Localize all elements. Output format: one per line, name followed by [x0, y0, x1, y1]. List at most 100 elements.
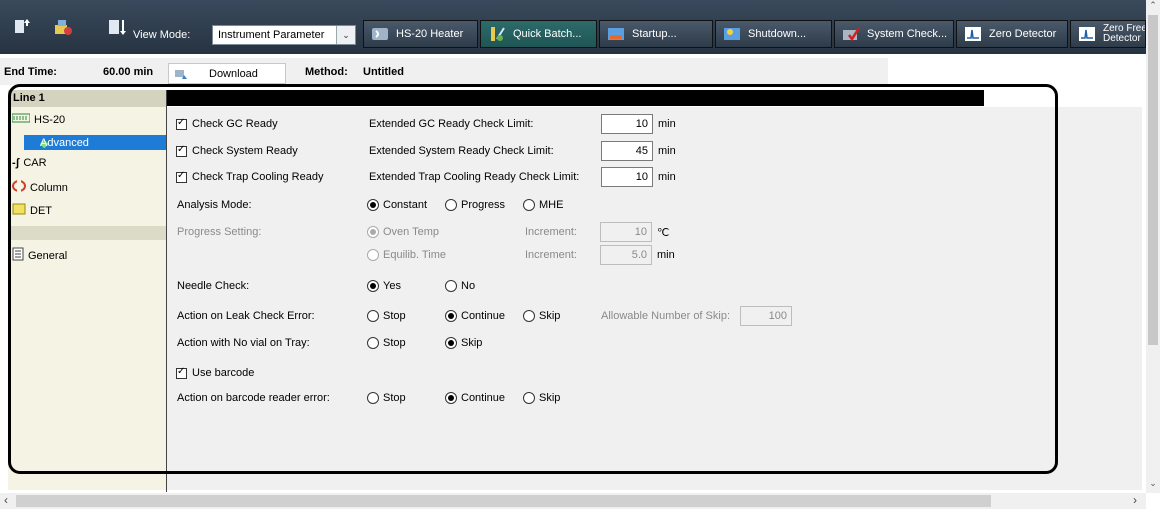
sidebar-item-label: HS-20 [34, 113, 66, 126]
ext-trap-input[interactable]: 10 [601, 167, 653, 187]
ext-sys-unit: min [658, 145, 676, 157]
instrument-settings-icon[interactable] [50, 14, 76, 40]
zero-free-detector-icon [1079, 27, 1095, 41]
shutdown-label: Shutdown... [748, 28, 807, 40]
needle-yes-radio[interactable] [367, 280, 379, 292]
car-icon: -ʃ [12, 157, 20, 169]
vertical-scroll-thumb[interactable] [1148, 15, 1158, 345]
parameter-panel [167, 107, 1142, 490]
system-check-label: System Check... [867, 28, 948, 40]
panel-toggle-icon[interactable] [10, 14, 36, 40]
chevron-down-icon[interactable]: ⌄ [336, 26, 355, 44]
check-gc-ready-label: Check GC Ready [192, 118, 278, 130]
leak-continue-label: Continue [461, 310, 506, 322]
sidebar-item-general[interactable]: General [12, 247, 67, 264]
sidebar-item-hs20[interactable]: HS-20 [11, 113, 66, 126]
hs20-heater-button[interactable]: HS-20 Heater [363, 20, 478, 48]
no-vial-skip-radio[interactable] [445, 337, 457, 349]
scroll-left-icon[interactable]: ‹ [4, 493, 8, 507]
barcode-continue-radio[interactable] [445, 392, 457, 404]
analysis-constant-radio[interactable] [367, 199, 379, 211]
ext-sys-label: Extended System Ready Check Limit: [369, 145, 554, 157]
no-vial-stop-radio[interactable] [367, 337, 379, 349]
analysis-progress-radio[interactable] [445, 199, 457, 211]
barcode-stop-radio[interactable] [367, 392, 379, 404]
barcode-skip-label: Skip [539, 392, 561, 404]
increment-temp-input[interactable]: 10 [600, 222, 652, 242]
oven-temp-radio[interactable] [367, 226, 379, 238]
line-label: Line 1 [13, 92, 45, 104]
use-barcode-checkbox[interactable] [176, 366, 187, 379]
sidebar-item-column[interactable]: Column [12, 180, 68, 195]
startup-label: Startup... [632, 28, 677, 40]
ext-gc-label: Extended GC Ready Check Limit: [369, 118, 534, 130]
quick-batch-icon [491, 27, 505, 41]
vertical-scrollbar[interactable]: ⌃ ⌄ [1146, 0, 1160, 493]
toolbar: View Mode: Instrument Parameter ⌄ HS-20 … [0, 0, 1146, 54]
no-vial-stop-label: Stop [383, 337, 406, 349]
method-value: Untitled [363, 66, 404, 78]
sidebar-item-det[interactable]: DET [12, 203, 52, 218]
progress-setting-label: Progress Setting: [177, 226, 262, 238]
scroll-up-icon[interactable]: ⌃ [1146, 0, 1160, 11]
check-trap-ready-label: Check Trap Cooling Ready [192, 171, 324, 183]
increment-time-input[interactable]: 5.0 [600, 245, 652, 265]
hs20-icon [11, 113, 31, 126]
ext-sys-input[interactable]: 45 [601, 141, 653, 161]
shutdown-button[interactable]: Shutdown... [715, 20, 832, 48]
quick-batch-button[interactable]: Quick Batch... [480, 20, 597, 48]
use-barcode-label: Use barcode [192, 367, 255, 379]
system-check-button[interactable]: System Check... [834, 20, 954, 48]
hs20-heater-label: HS-20 Heater [396, 28, 464, 40]
sort-panel-icon[interactable] [104, 14, 130, 40]
barcode-skip-radio[interactable] [523, 392, 535, 404]
quick-batch-label: Quick Batch... [513, 28, 582, 40]
check-system-ready-checkbox[interactable] [176, 144, 187, 157]
startup-button[interactable]: Startup... [599, 20, 713, 48]
barcode-error-label: Action on barcode reader error: [177, 392, 330, 404]
sidebar-item-car[interactable]: -ʃ CAR [12, 157, 47, 169]
leak-stop-radio[interactable] [367, 310, 379, 322]
scroll-down-icon[interactable]: ⌄ [1146, 478, 1160, 489]
check-trap-ready-checkbox[interactable] [176, 170, 187, 183]
panel-header-bar [167, 90, 984, 106]
system-check-icon [843, 27, 861, 42]
sidebar [8, 90, 166, 490]
document-icon [12, 247, 24, 264]
scroll-right-icon[interactable]: › [1133, 493, 1137, 507]
needle-no-radio[interactable] [445, 280, 457, 292]
end-time-value: 60.00 min [103, 66, 154, 78]
leak-continue-radio[interactable] [445, 310, 457, 322]
det-icon [12, 203, 26, 218]
oven-temp-label: Oven Temp [383, 226, 440, 238]
sidebar-item-label: General [28, 249, 68, 262]
sidebar-item-label: DET [30, 204, 52, 217]
method-label: Method: [305, 66, 348, 78]
info-bar: End Time: 60.00 min Method: Untitled [0, 58, 888, 85]
ext-gc-input[interactable]: 10 [601, 114, 653, 134]
download-icon [174, 67, 188, 84]
shutdown-icon [724, 28, 740, 40]
barcode-continue-label: Continue [461, 392, 506, 404]
sidebar-item-advanced[interactable]: ◆ Advanced [24, 135, 166, 150]
zero-free-detector-button[interactable]: Zero Free Detector [1070, 20, 1146, 48]
check-system-ready-label: Check System Ready [192, 145, 298, 157]
no-vial-skip-label: Skip [461, 337, 483, 349]
ext-trap-label: Extended Trap Cooling Ready Check Limit: [369, 171, 580, 183]
zero-detector-button[interactable]: Zero Detector [956, 20, 1068, 48]
horizontal-scroll-thumb[interactable] [16, 495, 991, 507]
increment-temp-unit: ℃ [657, 227, 670, 239]
analysis-mhe-radio[interactable] [523, 199, 535, 211]
analysis-mhe-label: MHE [539, 199, 564, 211]
allow-skip-input[interactable]: 100 [740, 306, 792, 326]
equilib-time-radio[interactable] [367, 249, 379, 261]
analysis-constant-label: Constant [383, 199, 428, 211]
needle-no-label: No [461, 280, 476, 292]
increment-temp-label: Increment: [525, 226, 577, 238]
download-button[interactable]: Download [168, 63, 286, 84]
check-gc-ready-checkbox[interactable] [176, 117, 187, 130]
horizontal-scrollbar[interactable]: ‹ › [0, 493, 1146, 509]
view-mode-select[interactable]: Instrument Parameter ⌄ [212, 25, 356, 45]
zero-detector-label: Zero Detector [989, 28, 1057, 40]
leak-skip-radio[interactable] [523, 310, 535, 322]
